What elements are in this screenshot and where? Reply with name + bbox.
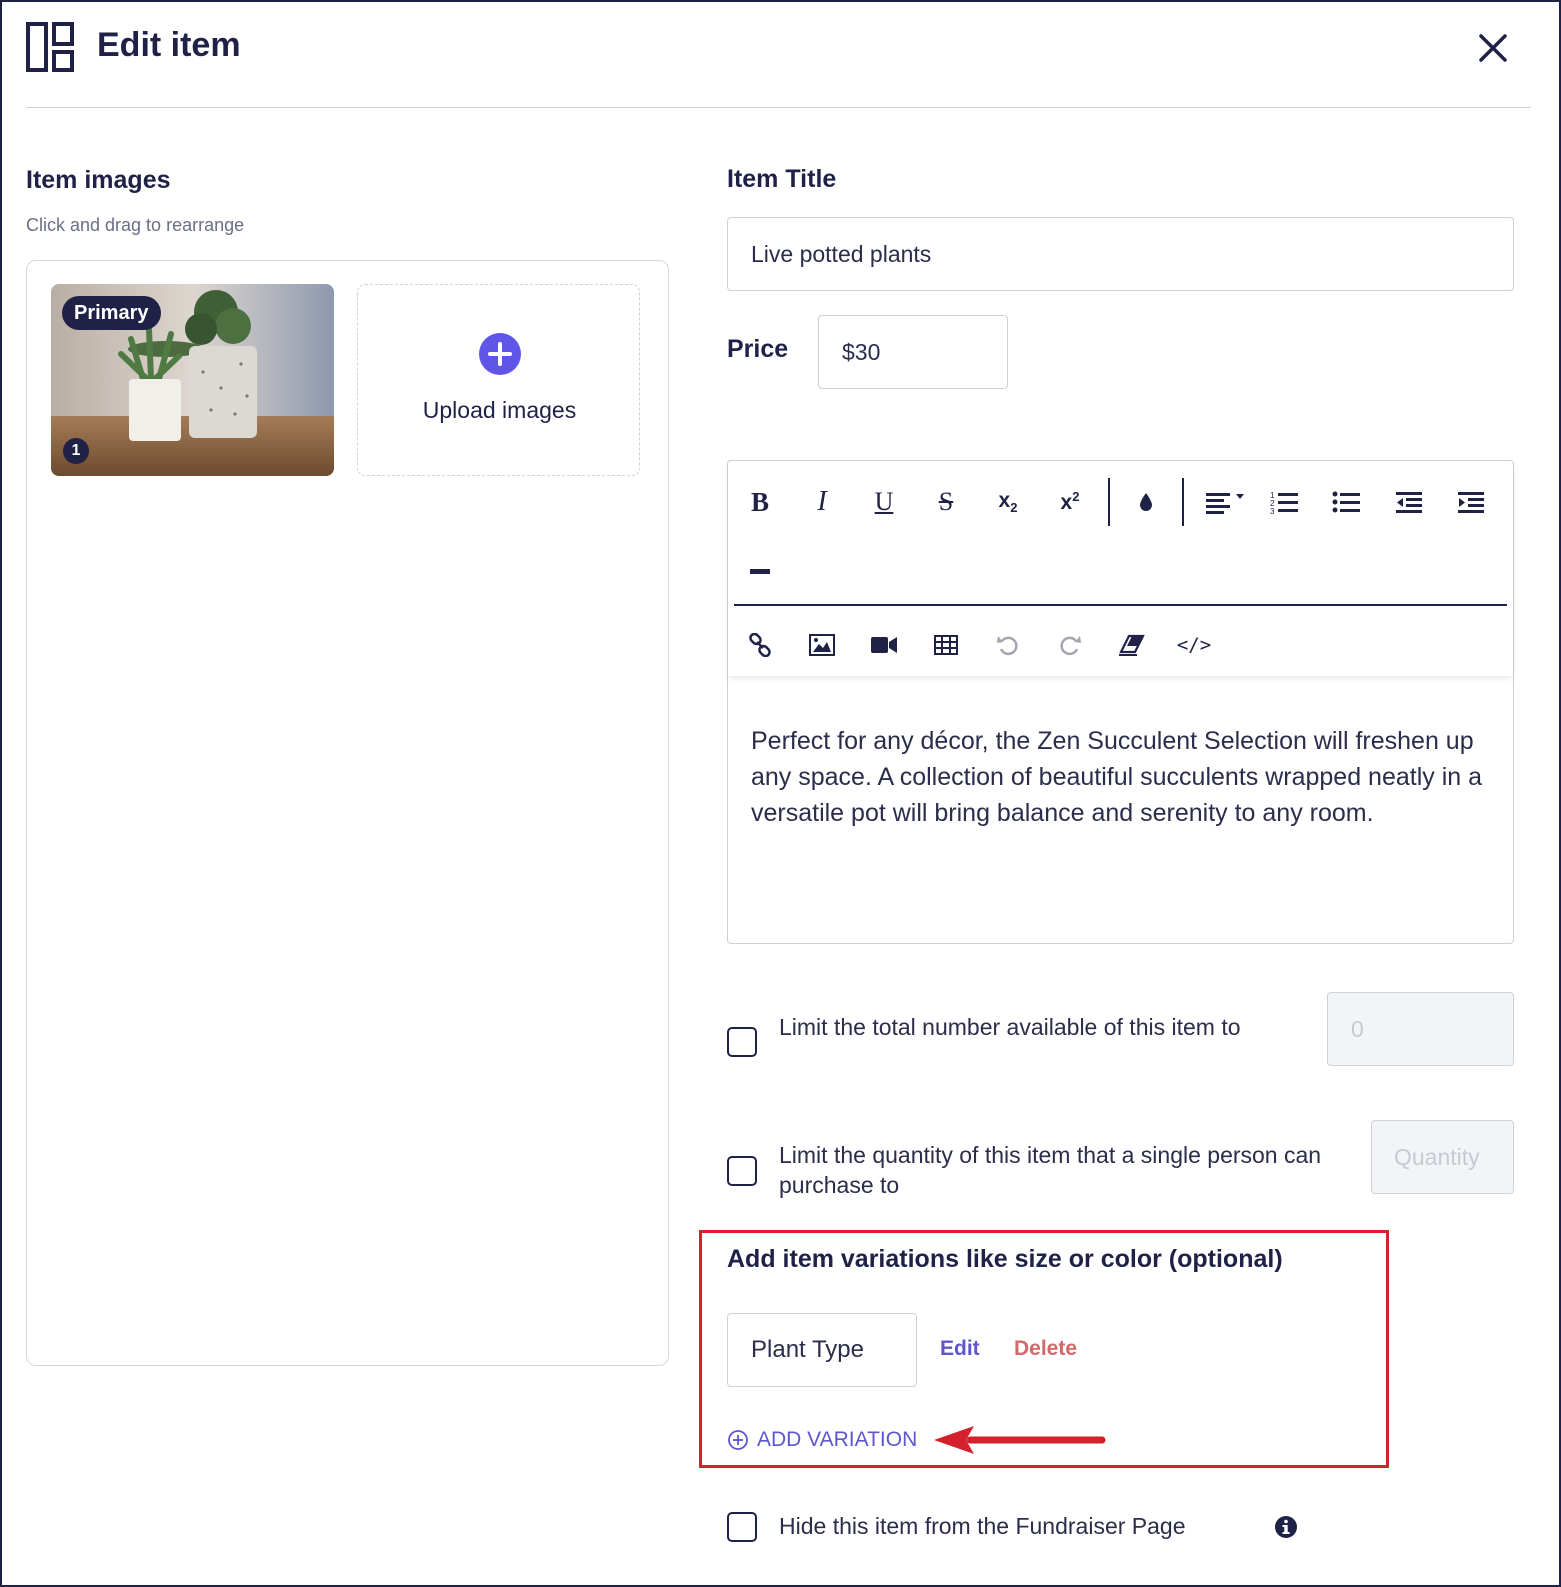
- layout-panels-icon: [26, 22, 74, 72]
- dialog-title: Edit item: [97, 26, 241, 64]
- unordered-list-icon[interactable]: [1326, 482, 1366, 522]
- indent-icon[interactable]: [1450, 482, 1490, 522]
- description-editor: B I U S x2 x2 1 2 3 </> Perfect for any …: [727, 460, 1514, 944]
- undo-icon[interactable]: [988, 625, 1028, 665]
- close-icon[interactable]: [1475, 30, 1511, 66]
- image-icon[interactable]: [802, 625, 842, 665]
- code-view-icon[interactable]: </>: [1174, 625, 1214, 665]
- upload-images-label: Upload images: [422, 397, 577, 423]
- hide-item-label: Hide this item from the Fundraiser Page: [779, 1513, 1186, 1539]
- limit-total-input[interactable]: 0: [1327, 992, 1514, 1066]
- primary-badge: Primary: [62, 296, 161, 330]
- red-arrow-annotation: [934, 1426, 1106, 1454]
- italic-icon[interactable]: I: [802, 482, 842, 522]
- quantity-input[interactable]: Quantity: [1371, 1120, 1514, 1194]
- rearrange-hint: Click and drag to rearrange: [26, 215, 245, 235]
- align-icon[interactable]: [1202, 482, 1252, 522]
- info-icon[interactable]: [1274, 1515, 1298, 1539]
- strikethrough-icon[interactable]: S: [926, 482, 966, 522]
- edit-variation-link[interactable]: Edit: [940, 1337, 980, 1361]
- price-label: Price: [727, 335, 789, 363]
- superscript-icon[interactable]: x2: [1050, 482, 1090, 522]
- toolbar-divider: [734, 604, 1507, 606]
- item-title-label: Item Title: [727, 165, 837, 193]
- upload-images-button[interactable]: Upload images: [357, 284, 640, 476]
- variation-name-field[interactable]: Plant Type: [727, 1313, 917, 1387]
- delete-variation-link[interactable]: Delete: [1014, 1337, 1077, 1361]
- clear-format-icon[interactable]: [1112, 625, 1152, 665]
- svg-text:3: 3: [1270, 507, 1275, 514]
- redo-icon[interactable]: [1050, 625, 1090, 665]
- limit-per-person-checkbox[interactable]: [727, 1156, 757, 1186]
- image-position-badge: 1: [63, 438, 89, 464]
- item-title-input[interactable]: Live potted plants: [727, 217, 1514, 291]
- header-divider: [26, 107, 1531, 108]
- plus-circle-icon: [479, 333, 521, 375]
- variations-heading: Add item variations like size or color (…: [727, 1245, 1283, 1273]
- limit-per-person-label: Limit the quantity of this item that a s…: [779, 1142, 1322, 1198]
- subscript-icon[interactable]: x2: [988, 482, 1028, 522]
- bold-icon[interactable]: B: [740, 482, 780, 522]
- video-icon[interactable]: [864, 625, 904, 665]
- add-variation-button[interactable]: ADD VARIATION: [727, 1426, 917, 1454]
- toolbar-separator: [1108, 478, 1110, 526]
- price-input[interactable]: $30: [818, 315, 1008, 389]
- hide-item-checkbox[interactable]: [727, 1512, 757, 1542]
- add-variation-label: ADD VARIATION: [757, 1428, 918, 1451]
- ordered-list-icon[interactable]: 1 2 3: [1264, 482, 1304, 522]
- outdent-icon[interactable]: [1388, 482, 1428, 522]
- limit-total-checkbox[interactable]: [727, 1027, 757, 1057]
- table-icon[interactable]: [926, 625, 966, 665]
- horizontal-rule-icon[interactable]: [740, 552, 780, 592]
- toolbar-separator: [1182, 478, 1184, 526]
- description-text[interactable]: Perfect for any décor, the Zen Succulent…: [751, 723, 1491, 831]
- limit-total-label: Limit the total number available of this…: [779, 1014, 1241, 1040]
- text-color-icon[interactable]: [1126, 482, 1166, 522]
- item-images-heading: Item images: [26, 166, 171, 194]
- underline-icon[interactable]: U: [864, 482, 904, 522]
- plus-circle-outline-icon: [728, 1430, 748, 1450]
- link-icon[interactable]: [740, 625, 780, 665]
